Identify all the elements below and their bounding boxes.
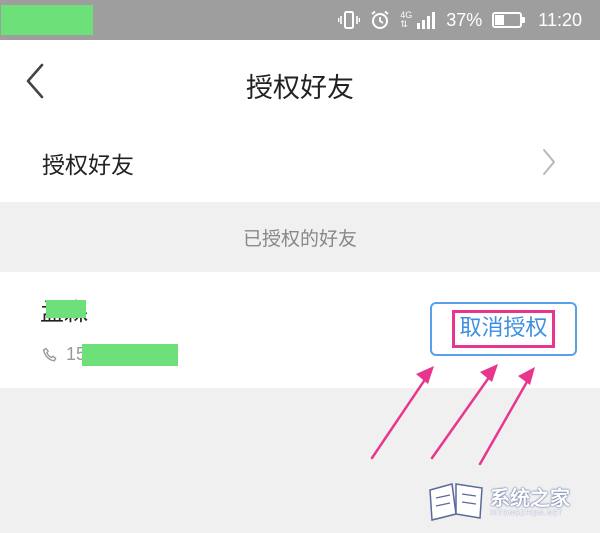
battery-percent: 37%	[446, 9, 483, 30]
network-arrows-icon: ⇅	[400, 19, 408, 29]
navbar: 授权好友	[0, 40, 600, 124]
network-indicator: 4G ⇅	[400, 11, 412, 29]
status-icons: 4G ⇅ 37% 11:20	[338, 10, 582, 31]
revoke-authorization-label: 取消授权	[452, 310, 555, 348]
watermark-subtext: XITONGZHIJIA.NET	[490, 509, 563, 517]
authorize-friends-row[interactable]: 授权好友	[0, 124, 600, 202]
phone-icon	[42, 347, 57, 361]
battery-icon	[492, 12, 526, 28]
battery-level	[495, 15, 505, 25]
alarm-icon	[371, 10, 389, 29]
redacted-area	[46, 300, 86, 318]
authorized-friends-header: 已授权的好友	[0, 202, 600, 272]
authorize-friends-label: 授权好友	[42, 153, 134, 179]
watermark-text: 系统之家	[490, 486, 570, 510]
annotation-arrow	[478, 378, 530, 466]
annotation-arrow	[430, 374, 492, 460]
clock: 11:20	[538, 9, 582, 30]
watermark: 系统之家 XITONGZHIJIA.NET	[426, 480, 570, 524]
status-bar: 4G ⇅ 37% 11:20	[0, 0, 600, 40]
watermark-logo-icon	[429, 483, 483, 521]
revoke-authorization-button[interactable]: 取消授权	[430, 302, 577, 356]
redacted-area	[1, 5, 93, 35]
redacted-area	[82, 344, 178, 366]
signal-icon	[417, 12, 436, 29]
annotation-arrow	[370, 376, 428, 460]
chevron-right-icon	[543, 149, 555, 175]
watermark-text-group: 系统之家 XITONGZHIJIA.NET	[490, 487, 570, 517]
page-title: 授权好友	[246, 73, 354, 104]
vibrate-icon	[338, 11, 361, 29]
